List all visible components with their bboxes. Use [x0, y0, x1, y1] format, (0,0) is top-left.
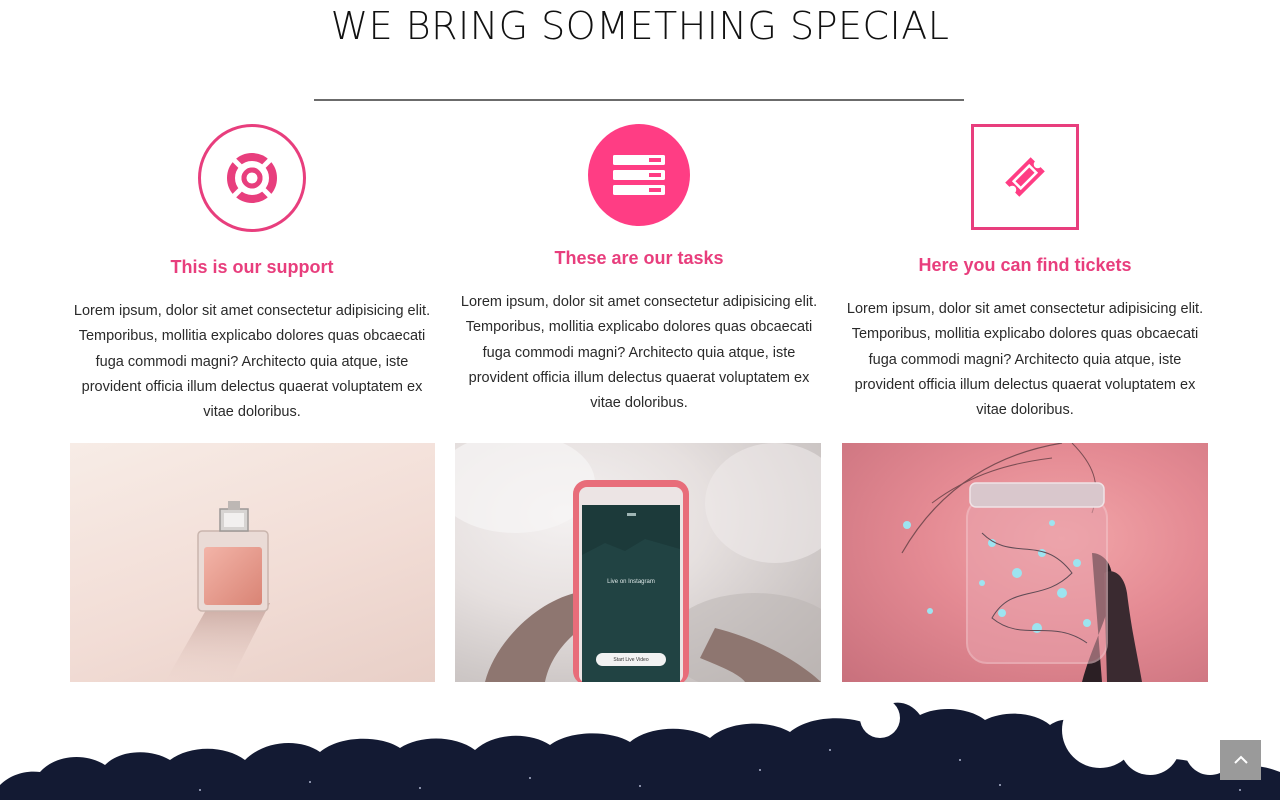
lifebuoy-icon [198, 124, 306, 232]
feature-tickets: Here you can find tickets Lorem ipsum, d… [840, 124, 1210, 423]
section-title: WE BRING SOMETHING SPECIAL [330, 4, 950, 48]
back-to-top-button[interactable] [1220, 740, 1261, 780]
title-divider [314, 99, 964, 101]
chevron-up-icon [1233, 755, 1248, 764]
ticket-icon [971, 124, 1079, 230]
feature-title: These are our tasks [554, 248, 724, 268]
jar-lights-photo [842, 443, 1208, 682]
phone-screen-title: Live on Instagram [607, 579, 655, 585]
feature-text: Lorem ipsum, dolor sit amet consectetur … [846, 301, 1204, 419]
phone-photo: Live on Instagram Start Live Video [455, 443, 821, 682]
feature-title: Here you can find tickets [918, 255, 1132, 275]
cloud-night-border [0, 690, 1280, 800]
server-stack-icon [588, 124, 690, 226]
feature-title: This is our support [170, 257, 334, 277]
feature-text: Lorem ipsum, dolor sit amet consectetur … [460, 294, 818, 412]
perfume-photo [70, 443, 435, 682]
feature-tasks: These are our tasks Lorem ipsum, dolor s… [454, 124, 824, 416]
feature-support: This is our support Lorem ipsum, dolor s… [67, 124, 437, 425]
phone-live-button: Start Live Video [613, 657, 649, 663]
feature-text: Lorem ipsum, dolor sit amet consectetur … [73, 303, 431, 421]
